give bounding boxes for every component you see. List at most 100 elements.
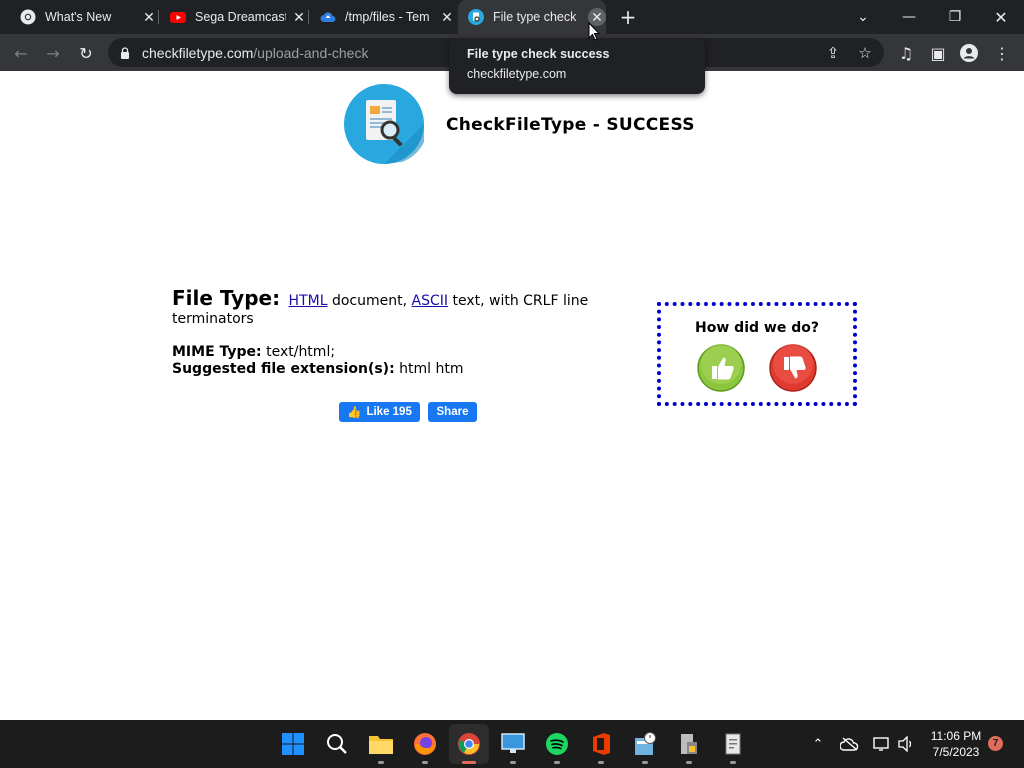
file-explorer-button[interactable] [367,730,395,758]
remote-desktop-icon [501,733,525,753]
network-icon[interactable] [872,734,892,754]
onedrive-offline-icon[interactable] [840,734,860,754]
lock-icon [121,46,129,59]
tab-title: Sega Dreamcast [195,10,286,24]
ascii-link[interactable]: ASCII [412,293,449,309]
tab-separator [308,10,309,24]
html-link[interactable]: HTML [289,293,328,309]
bookmark-star-icon[interactable]: ☆ [854,42,876,64]
tab-title: /tmp/files - Tem [345,10,430,24]
running-indicator [422,761,428,764]
tab-separator [158,10,159,24]
firefox-button[interactable] [411,730,439,758]
page-title: CheckFileType - SUCCESS [446,115,695,135]
tab-sega-dreamcast[interactable]: Sega Dreamcast ✕ [160,0,308,34]
running-indicator [378,761,384,764]
volume-icon[interactable] [896,734,916,754]
tab-whats-new[interactable]: What's New ✕ [10,0,158,34]
thumbs-up-icon: 👍 [347,407,362,419]
windows-taskbar: ⌃ 11:06 PM 7/5/2023 7 [0,720,1024,768]
notification-badge[interactable]: 7 [988,736,1003,751]
notepad-server-button[interactable] [675,730,703,758]
windows-logo-icon [282,733,304,755]
new-tab-button[interactable]: + [615,4,641,30]
feedback-question: How did we do? [695,320,819,336]
mime-type-label: MIME Type: [172,344,262,360]
close-tab-icon[interactable]: ✕ [438,8,456,26]
media-control-icon[interactable]: ♫ [893,40,919,66]
file-type-text: document, [327,293,412,309]
clock-time: 11:06 PM [930,729,982,743]
show-hidden-icons-chevron-icon[interactable]: ⌃ [808,734,828,754]
restore-button[interactable]: ❐ [932,0,978,34]
spotify-button[interactable] [543,730,571,758]
close-tab-icon[interactable]: ✕ [140,8,158,26]
thumbs-down-button[interactable] [769,344,817,392]
reload-button[interactable]: ↻ [73,40,99,66]
spotify-icon [546,733,568,755]
cloud-icon [320,12,336,22]
url-path: /upload-and-check [253,44,369,61]
calculator-clock-icon [635,732,656,755]
side-panel-icon[interactable]: ▣ [925,40,951,66]
url-host: checkfiletype.com [142,44,254,61]
tab-file-type-check[interactable]: File type check ✕ [458,0,606,34]
menu-kebab-icon[interactable]: ⋮ [989,40,1015,66]
mime-info: MIME Type: text/html; Suggested file ext… [172,344,463,378]
tooltip-title: File type check success [467,47,610,61]
system-clock[interactable]: 11:06 PM 7/5/2023 [926,728,986,760]
mime-type-value: text/html; [261,344,336,360]
remote-desktop-button[interactable] [499,730,527,758]
running-indicator [598,761,604,764]
facebook-share-button[interactable]: Share [428,402,477,422]
running-indicator [686,761,692,764]
tab-hover-tooltip: File type check success checkfiletype.co… [449,38,705,94]
forward-button[interactable]: → [40,40,66,66]
tab-title: File type check [493,10,577,24]
office-button[interactable] [587,730,615,758]
folder-icon [369,736,393,754]
active-indicator [462,761,476,764]
running-indicator [730,761,736,764]
running-indicator [554,761,560,764]
tooltip-domain: checkfiletype.com [467,67,567,81]
chrome-icon [20,9,36,25]
running-indicator [642,761,648,764]
close-window-button[interactable]: ✕ [978,0,1024,34]
extension-value: html htm [394,361,464,377]
firefox-icon [414,733,436,755]
feedback-box: How did we do? [657,302,857,406]
share-label: Share [436,406,469,418]
office-icon [593,733,610,755]
minimize-button[interactable]: — [886,0,932,34]
profile-icon[interactable] [956,40,982,66]
like-label: Like 195 [366,406,412,418]
running-indicator [510,761,516,764]
notepad-server-icon [681,734,697,754]
mouse-cursor-icon [588,22,600,41]
start-button[interactable] [279,730,307,758]
thumbs-up-button[interactable] [697,344,745,392]
close-tab-icon[interactable]: ✕ [290,8,308,26]
file-type-label: File Type: [172,286,281,310]
search-icon [327,734,347,754]
share-icon[interactable]: ⇪ [822,42,844,64]
document-magnifier-icon [366,100,424,164]
extension-label: Suggested file extension(s): [172,361,395,377]
file-type-result: File Type: HTML document, ASCII text, wi… [172,286,612,328]
facebook-like-button[interactable]: 👍 Like 195 [339,402,420,422]
clock-date: 7/5/2023 [932,745,980,759]
tab-strip: What's New ✕ Sega Dreamcast ✕ /tmp/files… [0,0,1024,34]
tab-title: What's New [45,10,112,24]
checkfiletype-logo[interactable] [344,84,424,164]
calculator-clock-button[interactable] [631,730,659,758]
back-button[interactable]: ← [8,40,34,66]
tab-tmp-files[interactable]: /tmp/files - Tem ✕ [310,0,456,34]
notepad-icon [725,733,741,755]
chrome-icon [458,733,480,755]
web-page: CheckFileType - SUCCESS File Type: HTML … [0,71,1024,720]
search-button[interactable] [323,730,351,758]
tab-search-chevron-icon[interactable]: ⌄ [840,0,886,34]
notepad-button[interactable] [719,730,747,758]
chrome-button[interactable] [455,730,483,758]
